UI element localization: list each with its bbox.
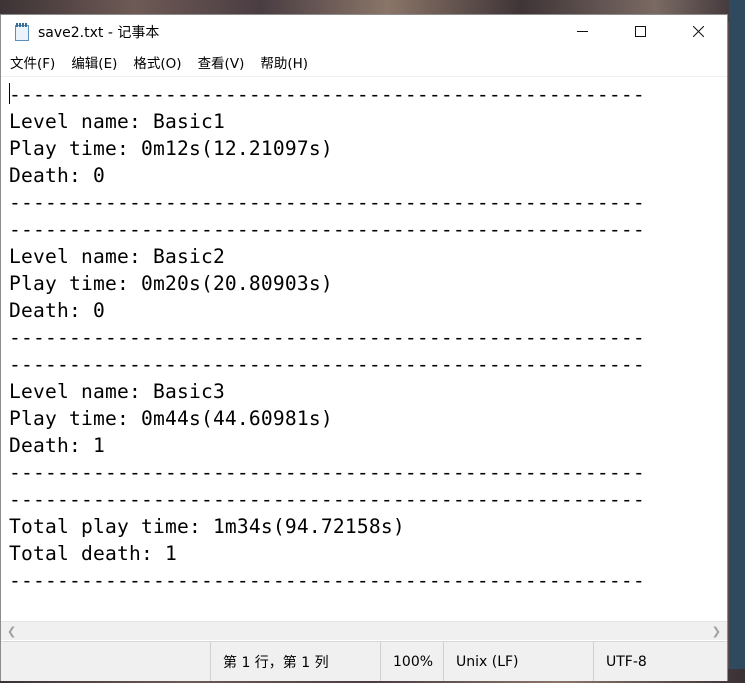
text-line: Total death: 1 [9,542,177,565]
menu-view[interactable]: 查看(V) [189,52,252,72]
maximize-icon [634,26,646,37]
text-line: Play time: 0m12s(12.21097s) [9,137,333,160]
status-bar: 第 1 行，第 1 列 100% Unix (LF) UTF-8 [1,641,727,681]
text-line: ----------------------------------------… [9,191,645,214]
menu-edit[interactable]: 编辑(E) [62,52,124,72]
desktop-edge [729,0,745,683]
status-zoom: 100% [380,642,443,681]
horizontal-scrollbar[interactable]: ❮ ❯ [1,621,727,640]
maximize-button[interactable] [611,15,669,48]
window-controls [553,15,727,48]
minimize-button[interactable] [553,15,611,48]
close-button[interactable] [669,15,727,48]
text-line: Play time: 0m44s(44.60981s) [9,407,333,430]
text-line: Death: 1 [9,434,105,457]
close-icon [692,26,704,37]
text-line: ----------------------------------------… [9,83,645,106]
menu-format[interactable]: 格式(O) [124,52,188,72]
text-line: Level name: Basic3 [9,380,225,403]
text-line: Level name: Basic1 [9,110,225,133]
status-cursor-position: 第 1 行，第 1 列 [210,642,380,681]
scroll-left-icon[interactable]: ❮ [7,625,16,638]
text-line: Play time: 0m20s(20.80903s) [9,272,333,295]
text-line: ----------------------------------------… [9,326,645,349]
text-line: ----------------------------------------… [9,488,645,511]
encoding-text: UTF-8 [606,653,647,670]
zoom-text: 100% [393,653,434,670]
line-ending-text: Unix (LF) [456,653,519,670]
menu-help[interactable]: 帮助(H) [251,52,315,72]
text-line: Death: 0 [9,299,105,322]
text-editor[interactable]: ----------------------------------------… [1,77,727,640]
menu-bar: 文件(F) 编辑(E) 格式(O) 查看(V) 帮助(H) [1,48,727,77]
text-line: Level name: Basic2 [9,245,225,268]
notepad-window: save2.txt - 记事本 文件(F) 编辑(E) 格式(O) 查看(V) … [0,14,728,681]
window-title: save2.txt - 记事本 [38,24,160,41]
scroll-right-icon[interactable]: ❯ [712,625,721,638]
text-line: Death: 0 [9,164,105,187]
status-line-ending: Unix (LF) [443,642,593,681]
title-bar[interactable]: save2.txt - 记事本 [1,15,727,48]
menu-file[interactable]: 文件(F) [1,52,62,72]
text-line: ----------------------------------------… [9,218,645,241]
text-line: ----------------------------------------… [9,461,645,484]
text-line: ----------------------------------------… [9,569,645,592]
notepad-icon [14,22,30,41]
cursor-position-text: 第 1 行，第 1 列 [223,654,329,671]
minimize-icon [576,31,588,32]
text-line: ----------------------------------------… [9,353,645,376]
status-encoding: UTF-8 [593,642,727,681]
text-line: Total play time: 1m34s(94.72158s) [9,515,405,538]
